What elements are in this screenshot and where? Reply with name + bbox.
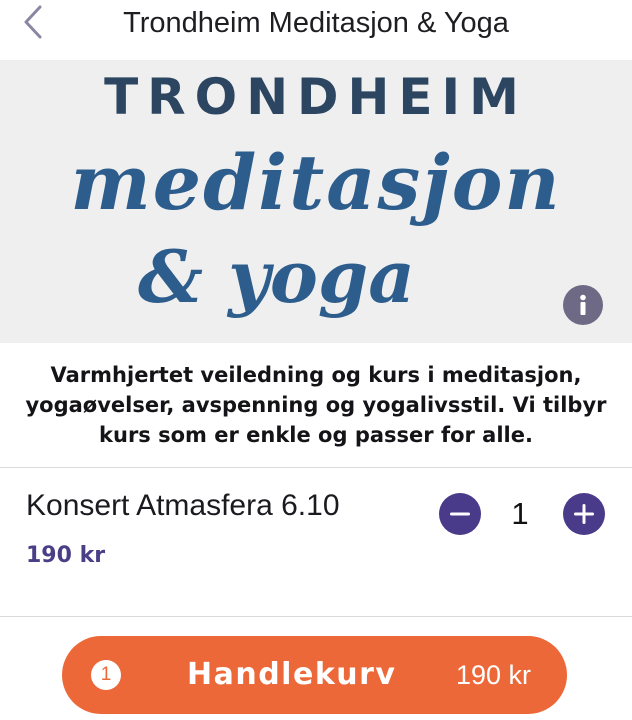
quantity-value: 1 <box>511 496 529 531</box>
info-button[interactable] <box>563 285 603 325</box>
product-price: 190 kr <box>26 543 106 568</box>
cart-total: 190 kr <box>455 660 531 690</box>
back-button[interactable] <box>18 4 48 40</box>
product-name: Konsert Atmasfera 6.10 <box>26 489 340 522</box>
chevron-left-icon <box>24 5 42 39</box>
cart-button[interactable]: 1 Handlekurv 190 kr <box>62 636 567 714</box>
divider-top <box>0 467 632 468</box>
app-screen: Trondheim Meditasjon & Yoga TRONDHEIM me… <box>0 0 632 720</box>
brand-logo: TRONDHEIM meditasjon & yoga <box>0 60 632 343</box>
info-icon <box>580 294 586 315</box>
minus-circle-icon <box>450 512 470 516</box>
page-title: Trondheim Meditasjon & Yoga <box>123 7 509 39</box>
logo-script-line2: & yoga <box>138 234 415 319</box>
plus-circle-icon <box>574 504 594 524</box>
divider-bottom <box>0 616 632 617</box>
cart-count-badge: 1 <box>91 660 121 690</box>
navigation-header: Trondheim Meditasjon & Yoga <box>0 0 632 50</box>
quantity-decrease-button[interactable] <box>439 493 481 535</box>
hero-banner: TRONDHEIM meditasjon & yoga <box>0 60 632 343</box>
shop-description: Varmhjertet veiledning og kurs i meditas… <box>25 363 607 447</box>
logo-title: TRONDHEIM <box>104 68 528 126</box>
logo-script-line1: meditasjon <box>70 138 562 227</box>
quantity-increase-button[interactable] <box>563 493 605 535</box>
cart-label: Handlekurv <box>187 657 397 692</box>
